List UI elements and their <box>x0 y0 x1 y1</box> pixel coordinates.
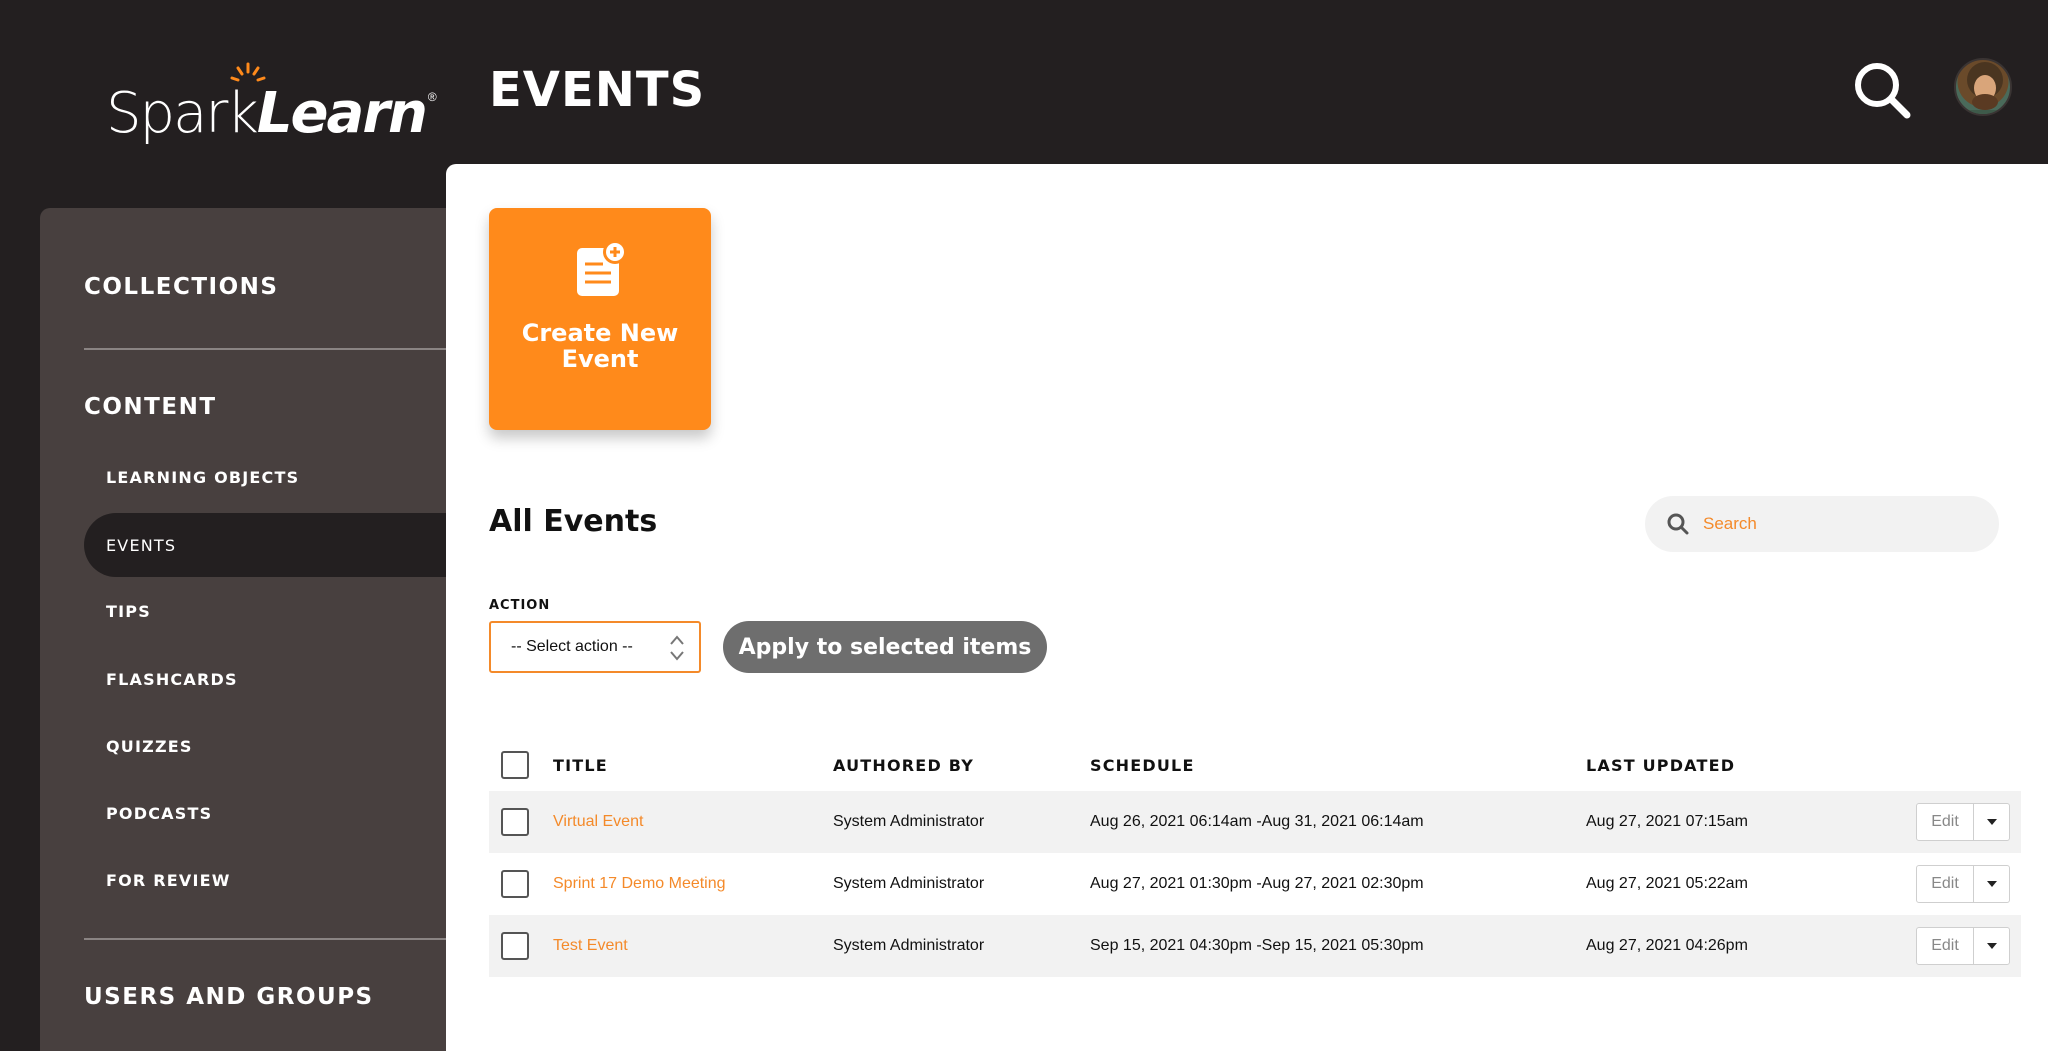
table-header-row: TITLE AUTHORED BY SCHEDULE LAST UPDATED <box>489 734 2021 796</box>
event-last-updated: Aug 27, 2021 05:22am <box>1586 875 1748 892</box>
edit-dropdown-toggle[interactable] <box>1974 866 2009 902</box>
row-checkbox[interactable] <box>501 870 529 898</box>
sidebar-item-learning-objects[interactable]: LEARNING OBJECTS <box>84 445 460 509</box>
edit-dropdown-toggle[interactable] <box>1974 804 2009 840</box>
event-author: System Administrator <box>833 875 985 892</box>
column-header-schedule[interactable]: SCHEDULE <box>1090 734 1195 796</box>
edit-button-group: Edit <box>1916 803 2010 841</box>
event-title-link[interactable]: Virtual Event <box>553 791 643 853</box>
row-checkbox[interactable] <box>501 932 529 960</box>
sidebar-divider <box>84 348 460 350</box>
table-row: Virtual Event System Administrator Aug 2… <box>489 791 2021 853</box>
edit-button-group: Edit <box>1916 865 2010 903</box>
sidebar-item-tips[interactable]: TIPS <box>84 579 460 643</box>
event-schedule: Aug 27, 2021 01:30pm -Aug 27, 2021 02:30… <box>1090 875 1424 892</box>
edit-button[interactable]: Edit <box>1917 804 1974 840</box>
edit-button[interactable]: Edit <box>1917 928 1974 964</box>
sidebar-item-events[interactable]: EVENTS <box>84 513 460 577</box>
search-icon[interactable] <box>1852 60 1912 120</box>
sparklearn-logo[interactable]: Spark Learn ® <box>106 62 437 142</box>
event-author: System Administrator <box>833 937 985 954</box>
edit-dropdown-toggle[interactable] <box>1974 928 2009 964</box>
event-schedule: Sep 15, 2021 04:30pm -Sep 15, 2021 05:30… <box>1090 937 1424 954</box>
row-checkbox[interactable] <box>501 808 529 836</box>
chevron-down-icon <box>1986 819 1997 825</box>
logo-registered-mark: ® <box>427 90 437 104</box>
table-row: Sprint 17 Demo Meeting System Administra… <box>489 853 2021 915</box>
edit-button-group: Edit <box>1916 927 2010 965</box>
select-all-checkbox[interactable] <box>501 751 529 779</box>
page-title: EVENTS <box>489 62 706 118</box>
sparkle-icon <box>230 62 266 82</box>
column-header-last-updated[interactable]: LAST UPDATED <box>1586 734 1735 796</box>
sidebar-item-flashcards[interactable]: FLASHCARDS <box>84 647 460 711</box>
events-table: TITLE AUTHORED BY SCHEDULE LAST UPDATED … <box>446 164 2048 1051</box>
event-schedule: Aug 26, 2021 06:14am -Aug 31, 2021 06:14… <box>1090 813 1424 830</box>
event-author: System Administrator <box>833 813 985 830</box>
avatar-portrait-icon <box>1956 62 2010 114</box>
sidebar-item-podcasts[interactable]: PODCASTS <box>84 781 460 845</box>
sidebar-section-users-and-groups[interactable]: USERS AND GROUPS <box>84 984 374 1010</box>
chevron-down-icon <box>1986 943 1997 949</box>
logo-text-spark: Spark <box>106 81 259 146</box>
event-title-link[interactable]: Sprint 17 Demo Meeting <box>553 853 726 915</box>
sidebar-item-for-review[interactable]: FOR REVIEW <box>84 848 460 912</box>
avatar[interactable] <box>1954 58 2012 116</box>
chevron-down-icon <box>1986 881 1997 887</box>
logo-text-learn: Learn <box>256 81 428 146</box>
table-row: Test Event System Administrator Sep 15, … <box>489 915 2021 977</box>
sidebar-divider <box>84 938 460 940</box>
event-last-updated: Aug 27, 2021 07:15am <box>1586 813 1748 830</box>
event-title-link[interactable]: Test Event <box>553 915 628 977</box>
sidebar-section-content[interactable]: CONTENT <box>84 394 217 420</box>
sidebar-section-collections[interactable]: COLLECTIONS <box>84 274 278 300</box>
sidebar-item-quizzes[interactable]: QUIZZES <box>84 714 460 778</box>
sidebar: COLLECTIONS CONTENT LEARNING OBJECTS EVE… <box>40 208 460 1051</box>
column-header-authored-by[interactable]: AUTHORED BY <box>833 734 974 796</box>
event-last-updated: Aug 27, 2021 04:26pm <box>1586 937 1748 954</box>
edit-button[interactable]: Edit <box>1917 866 1974 902</box>
column-header-title[interactable]: TITLE <box>553 734 608 796</box>
